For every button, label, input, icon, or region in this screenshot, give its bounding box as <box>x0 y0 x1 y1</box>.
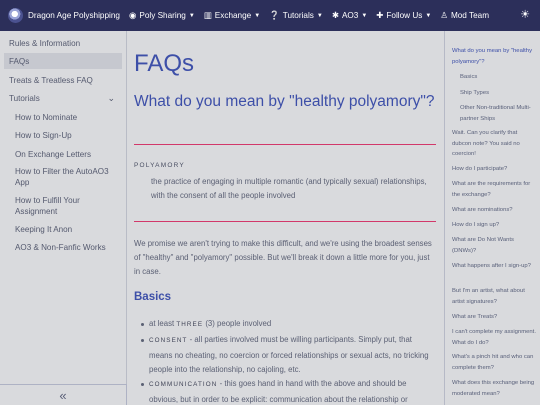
toc-link[interactable]: Other Non-traditional Multi-partner Ship… <box>460 103 536 124</box>
nav-tutorials[interactable]: ❔ Tutorials ▼ <box>269 11 323 20</box>
nav-mod-team[interactable]: ♙ Mod Team <box>440 11 489 20</box>
nav-label: Poly Sharing <box>139 11 186 20</box>
toc-link[interactable]: Ship Types <box>460 88 536 99</box>
users-icon: ◉ <box>128 10 137 21</box>
toc-link[interactable]: What do you mean by "healthy polyamory"? <box>452 46 536 67</box>
toc-link[interactable]: What's a pinch hit and who can complete … <box>452 352 536 373</box>
toc-link[interactable]: What does this exchange being moderated … <box>452 378 536 399</box>
page-title: FAQs <box>134 50 195 77</box>
toc-link[interactable]: What are the requirements for the exchan… <box>452 179 536 200</box>
sidebar-subitem[interactable]: AO3 & Non-Fanfic Works <box>15 242 120 253</box>
sidebar-subitem[interactable]: On Exchange Letters <box>15 149 120 160</box>
nav-label: AO3 <box>341 11 359 20</box>
list-item: at least THREE (3) people involved <box>141 317 434 333</box>
table-of-contents: What do you mean by "healthy polyamory"?… <box>444 31 540 405</box>
toc-link[interactable]: I can't complete my assignment. What do … <box>452 327 536 348</box>
divider-top <box>134 144 436 145</box>
main-content: FAQs What do you mean by "healthy polyam… <box>127 31 444 405</box>
toc-link[interactable]: What are nominations? <box>452 205 536 216</box>
sidebar-item-treats-faq[interactable]: Treats & Treatless FAQ <box>9 76 93 85</box>
main-nav: ◉ Poly Sharing ▼ ▥ Exchange ▼ ❔ Tutorial… <box>129 11 498 20</box>
sidebar-subitem[interactable]: How to Filter the AutoAO3 App <box>15 166 120 188</box>
left-sidebar: Rules & Information FAQs Treats & Treatl… <box>0 31 127 405</box>
team-icon: ♙ <box>440 10 448 21</box>
definition-term: POLYAMORY <box>134 162 185 169</box>
sidebar-item-faqs[interactable]: FAQs <box>9 57 29 66</box>
site-brand[interactable]: Dragon Age Polyshipping <box>28 11 120 20</box>
toc-link[interactable]: What are Treats? <box>452 312 536 323</box>
caret-down-icon: ▼ <box>316 12 323 19</box>
sidebar-subitem[interactable]: How to Nominate <box>15 112 120 123</box>
nav-label: Tutorials <box>282 11 314 20</box>
sidebar-subitem[interactable]: Keeping It Anon <box>15 224 120 235</box>
sidebar-subitem[interactable]: How to Fulfill Your Assignment <box>15 195 120 217</box>
toc-link[interactable]: Basics <box>460 72 536 83</box>
nav-label: Follow Us <box>386 11 423 20</box>
nav-label: Exchange <box>214 11 252 20</box>
toc-link[interactable]: But I'm an artist, what about artist sig… <box>452 286 536 307</box>
double-chevron-left-icon: « <box>59 387 67 403</box>
ao3-icon: ✱ <box>331 10 339 21</box>
toc-link[interactable]: How do I participate? <box>452 164 536 175</box>
toc-link[interactable]: What are Do Not Wants (DNWs)? <box>452 235 536 256</box>
building-icon: ▥ <box>203 10 212 21</box>
chevron-down-icon[interactable]: ⌄ <box>107 93 115 104</box>
divider-bottom <box>134 221 436 222</box>
sidebar-subitem[interactable]: How to Sign-Up <box>15 130 120 141</box>
collapse-sidebar-button[interactable]: « <box>0 384 127 405</box>
nav-ao3[interactable]: ✱ AO3 ▼ <box>332 11 367 20</box>
nav-follow-us[interactable]: ✚ Follow Us ▼ <box>376 11 431 20</box>
basics-heading: Basics <box>134 291 172 303</box>
nav-poly-sharing[interactable]: ◉ Poly Sharing ▼ <box>129 11 195 20</box>
caret-down-icon: ▼ <box>188 12 195 19</box>
sidebar-item-tutorials[interactable]: Tutorials <box>9 94 40 103</box>
caret-down-icon: ▼ <box>425 12 432 19</box>
question-heading: What do you mean by "healthy polyamory"? <box>134 93 435 110</box>
site-logo[interactable] <box>8 8 23 23</box>
toc-link[interactable]: Wait. Can you clarify that dubcon note? … <box>452 128 536 160</box>
toc-link[interactable]: How do I sign up? <box>452 220 536 231</box>
theme-toggle-sun-icon[interactable]: ☀ <box>520 8 530 21</box>
nav-exchange[interactable]: ▥ Exchange ▼ <box>204 11 260 20</box>
user-plus-icon: ✚ <box>376 10 384 21</box>
list-item: COMMUNICATION - this goes hand in hand w… <box>141 377 434 405</box>
toc-link[interactable]: What happens after I sign-up? <box>452 261 536 272</box>
caret-down-icon: ▼ <box>361 12 368 19</box>
intro-paragraph: We promise we aren't trying to make this… <box>134 239 432 276</box>
sidebar-item-rules[interactable]: Rules & Information <box>9 39 80 48</box>
question-icon: ❔ <box>269 10 280 21</box>
definition-text: the practice of engaging in multiple rom… <box>151 177 427 200</box>
top-navbar: Dragon Age Polyshipping ◉ Poly Sharing ▼… <box>0 0 540 31</box>
nav-label: Mod Team <box>450 11 490 20</box>
caret-down-icon: ▼ <box>254 12 261 19</box>
list-item: CONSENT - all parties involved must be w… <box>141 333 434 378</box>
